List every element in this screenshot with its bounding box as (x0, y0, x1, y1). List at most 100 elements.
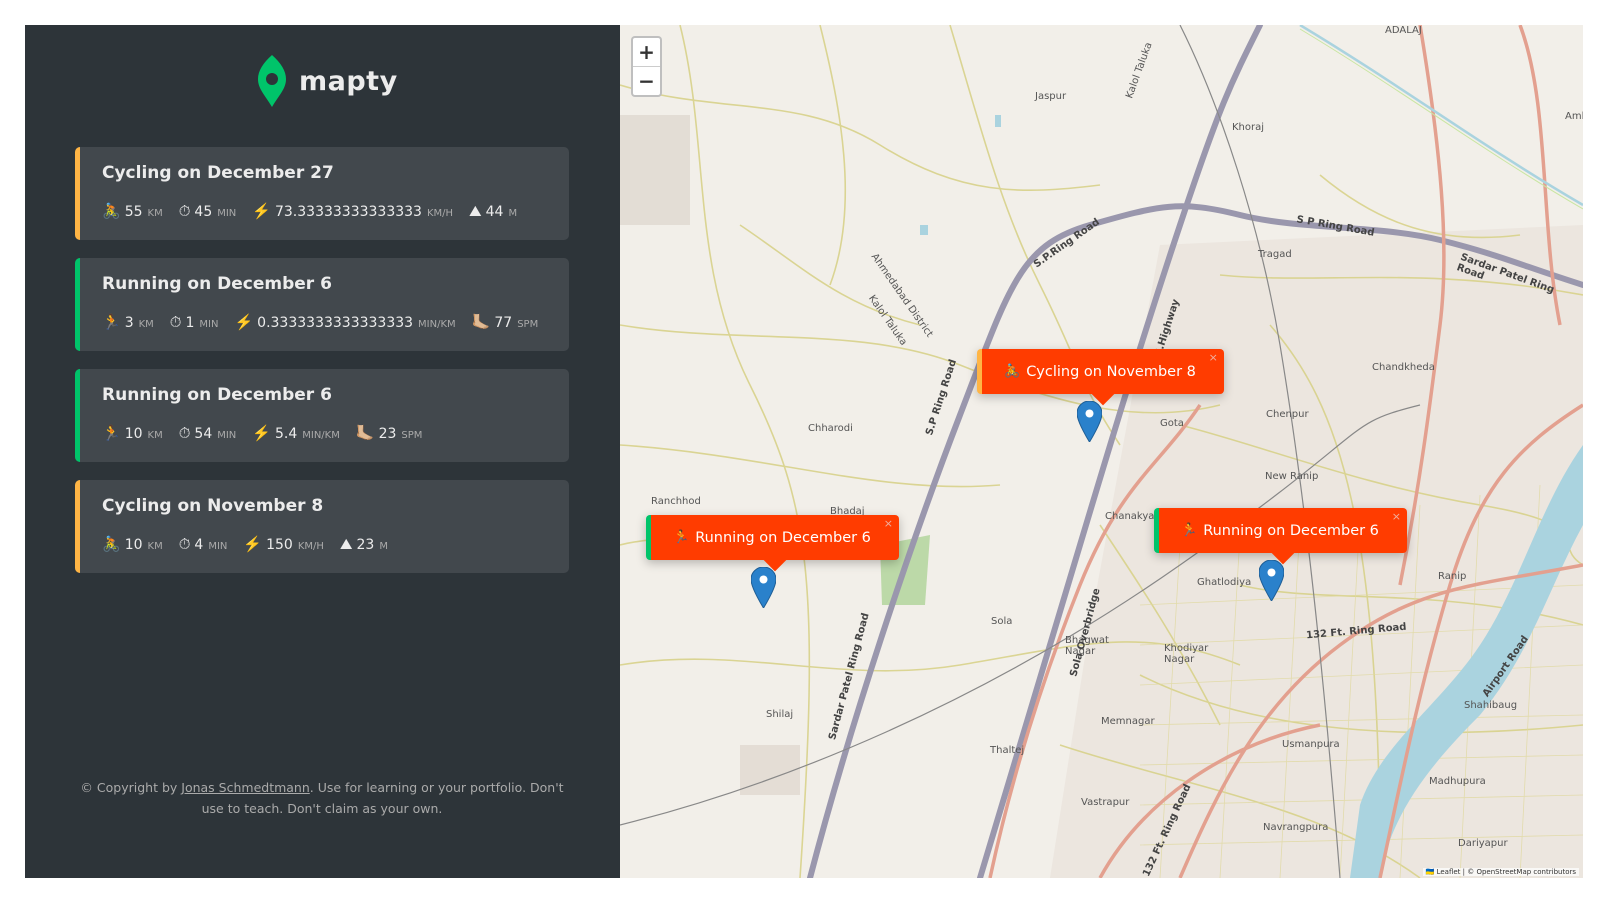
app: mapty Cycling on December 27 🚴 55 km ⏱ 45 min ⚡… (25, 25, 1583, 878)
workout-card-cycling[interactable]: Cycling on November 8 🚴 10 km ⏱ 4 min ⚡️ 150 km/h… (75, 480, 569, 573)
workout-stat: ⛰ 23 m (340, 535, 388, 553)
workout-stat: ⏱ 1 min (170, 313, 219, 331)
stat-unit: spm (401, 430, 423, 441)
stat-value: 77 (494, 315, 513, 331)
map-pin-logo-icon (258, 55, 286, 107)
workout-stats: 🏃 10 km ⏱ 54 min ⚡️ 5.4 min/km 🦶🏼 23 spm (102, 424, 438, 442)
place-label: Chharodi (808, 423, 853, 434)
duration-icon: ⏱ (178, 535, 191, 553)
workout-stat: 🏃 10 km (102, 424, 163, 442)
stat-value: 5.4 (274, 426, 298, 442)
stat-value: 4 (194, 537, 204, 553)
runner-icon: 🏃 (673, 530, 690, 545)
speed-icon: ⚡️ (243, 535, 263, 553)
sidebar: mapty Cycling on December 27 🚴 55 km ⏱ 45 min ⚡… (25, 25, 620, 878)
zoom-out-button[interactable]: − (633, 67, 660, 96)
distance-icon: 🏃 (102, 424, 121, 442)
map[interactable]: ADALAJ Jaspur Kalol Taluka Khoraj Tragad… (620, 25, 1583, 878)
stat-unit: min (217, 430, 237, 441)
stat-value: 0.3333333333333333 (257, 315, 414, 331)
place-label: Jaspur (1035, 91, 1067, 102)
stat-value: 45 (194, 204, 213, 220)
stat-unit: km (147, 208, 163, 219)
workout-card-running[interactable]: Running on December 6 🏃 3 km ⏱ 1 min ⚡️ 0.333333… (75, 258, 569, 351)
stat-unit: km (147, 430, 163, 441)
close-icon[interactable]: × (884, 517, 893, 530)
workout-stat: ⚡️ 5.4 min/km (252, 424, 340, 442)
workout-stat: ⏱ 54 min (179, 424, 237, 442)
workout-stats: 🚴 10 km ⏱ 4 min ⚡️ 150 km/h ⛰ 23 m (102, 535, 404, 553)
close-icon[interactable]: × (1392, 510, 1401, 523)
stat-unit: min (208, 541, 228, 552)
map-tiles[interactable] (620, 25, 1583, 878)
place-label: Memnagar (1101, 716, 1155, 727)
workout-stat: ⚡️ 150 km/h (243, 535, 324, 553)
map-attribution[interactable]: 🇺🇦 Leaflet | © OpenStreetMap contributor… (1422, 868, 1579, 876)
place-label: Ghatlodiya (1197, 577, 1252, 588)
stat-unit: m (508, 208, 518, 219)
duration-icon: ⏱ (178, 424, 191, 442)
place-label: Shahibaug (1464, 700, 1518, 711)
place-label: Ranip (1438, 571, 1467, 582)
stat-value: 150 (266, 537, 293, 553)
close-icon[interactable]: × (1209, 351, 1218, 364)
workout-popup[interactable]: 🚴 Cycling on November 8 × (977, 349, 1224, 406)
workout-card-cycling[interactable]: Cycling on December 27 🚴 55 km ⏱ 45 min ⚡️ 73.33… (75, 147, 569, 240)
stat-unit: min/km (418, 319, 456, 330)
zoom-control: + − (631, 36, 662, 97)
workout-stat: 🏃 3 km (102, 313, 154, 331)
workout-title: Running on December 6 (102, 274, 332, 294)
workout-stat: ⚡️ 73.33333333333333 km/h (252, 202, 453, 220)
workout-popup[interactable]: 🏃 Running on December 6 × (1154, 508, 1407, 565)
stat-value: 44 (485, 204, 504, 220)
extra-icon: 🦶🏼 (471, 313, 491, 331)
place-label: ADALAJ (1385, 25, 1422, 36)
workout-stat: ⏱ 4 min (179, 535, 228, 553)
duration-icon: ⏱ (169, 313, 182, 331)
zoom-in-button[interactable]: + (633, 38, 660, 67)
extra-icon: ⛰ (469, 202, 482, 220)
workout-stat: 🦶🏼 77 spm (472, 313, 539, 331)
map-marker[interactable] (1077, 401, 1102, 442)
copyright-prefix: © Copyright by (80, 780, 182, 795)
workout-title: Cycling on November 8 (102, 496, 324, 516)
author-link[interactable]: Jonas Schmedtmann (181, 780, 310, 795)
workout-stat: 🦶🏼 23 spm (356, 424, 423, 442)
speed-icon: ⚡️ (252, 202, 271, 220)
bike-icon: 🚴 (1004, 364, 1021, 379)
workout-stat: 🚴 10 km (102, 535, 163, 553)
copyright-text: © Copyright by Jonas Schmedtmann. Use fo… (75, 777, 569, 819)
popup-label: Cycling on November 8 (1026, 363, 1196, 380)
popup-label: Running on December 6 (695, 529, 871, 546)
place-label: Vastrapur (1081, 797, 1130, 808)
place-label: Thaltej (990, 745, 1025, 756)
extra-icon: 🦶🏼 (355, 424, 375, 442)
place-label: Khoraj (1232, 122, 1265, 133)
stat-value: 73.33333333333333 (274, 204, 422, 220)
stat-unit: km (147, 541, 163, 552)
workout-card-running[interactable]: Running on December 6 🏃 10 km ⏱ 54 min ⚡️ 5.4 min… (75, 369, 569, 462)
stat-value: 1 (185, 315, 195, 331)
place-label: Tragad (1258, 249, 1292, 260)
distance-icon: 🏃 (102, 313, 121, 331)
distance-icon: 🚴 (102, 202, 121, 220)
workout-stats: 🚴 55 km ⏱ 45 min ⚡️ 73.33333333333333 km/h ⛰ 44 m (102, 202, 533, 220)
extra-icon: ⛰ (339, 535, 353, 553)
place-label: Aml (1565, 111, 1583, 122)
stat-value: 23 (356, 537, 375, 553)
stat-value: 23 (378, 426, 397, 442)
place-label: Gota (1160, 418, 1184, 429)
place-label: Sola (991, 616, 1013, 627)
workout-stat: ⚡️ 0.3333333333333333 min/km (234, 313, 455, 331)
runner-icon: 🏃 (1181, 523, 1198, 538)
speed-icon: ⚡️ (234, 313, 254, 331)
stat-value: 55 (124, 204, 143, 220)
logo: mapty (257, 55, 398, 107)
workout-popup[interactable]: 🏃 Running on December 6 × (646, 515, 899, 572)
stat-unit: spm (517, 319, 539, 330)
stat-unit: km/h (426, 208, 454, 219)
workout-title: Running on December 6 (102, 385, 332, 405)
map-marker[interactable] (1259, 560, 1284, 601)
stat-value: 3 (124, 315, 134, 331)
map-marker[interactable] (751, 567, 776, 608)
